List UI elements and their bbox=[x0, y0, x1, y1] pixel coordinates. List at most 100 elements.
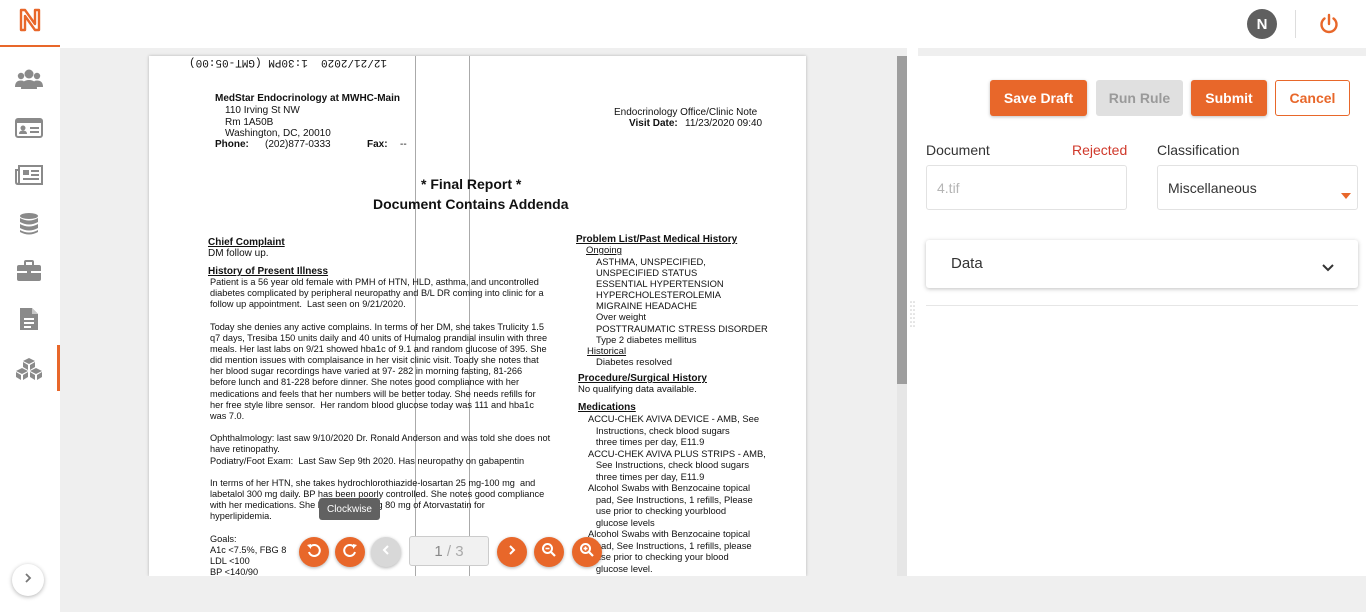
visit-date-label: Visit Date: bbox=[629, 118, 678, 129]
phone-value: (202)877-0333 bbox=[265, 139, 331, 150]
hpi-line: Patient is a 56 year old female with PMH… bbox=[210, 277, 539, 287]
zoom-out-button[interactable] bbox=[534, 537, 564, 567]
fax-label: Fax: bbox=[367, 139, 388, 150]
hpi-line: Today she denies any active complains. I… bbox=[210, 321, 544, 332]
rotate-counterclockwise-button[interactable] bbox=[299, 537, 329, 567]
classification-select[interactable]: Miscellaneous bbox=[1157, 165, 1358, 210]
expand-sidebar-button[interactable] bbox=[12, 564, 44, 596]
zoom-in-button[interactable] bbox=[572, 537, 602, 567]
chevron-left-icon bbox=[380, 543, 392, 561]
address-line: Rm 1A50B bbox=[225, 117, 274, 128]
save-draft-button[interactable]: Save Draft bbox=[990, 80, 1087, 116]
hpi-line: Ophthalmology: last saw 9/10/2020 Dr. Ro… bbox=[210, 433, 551, 444]
phone-label: Phone: bbox=[215, 139, 249, 150]
sidebar bbox=[0, 48, 60, 612]
briefcase-icon[interactable] bbox=[14, 258, 44, 284]
n-logo-icon bbox=[17, 7, 43, 38]
id-card-icon[interactable] bbox=[14, 115, 44, 141]
problem-list: ASTHMA, UNSPECIFIED, UNSPECIFIED STATUS ES… bbox=[596, 256, 768, 345]
users-icon[interactable] bbox=[14, 66, 44, 92]
historical-label: Historical bbox=[587, 346, 627, 357]
medication-line: pad, See Instructions, 1 refills, Please bbox=[588, 493, 753, 505]
submit-button[interactable]: Submit bbox=[1191, 80, 1267, 116]
document-viewer[interactable]: 12/21/2020 1:30PM (GMT-05:00) MedStar En… bbox=[60, 48, 907, 576]
hpi-line: her free style libre sensor. Her random … bbox=[210, 399, 534, 410]
address-line: Washington, DC, 20010 bbox=[225, 128, 331, 139]
power-icon[interactable] bbox=[1317, 12, 1341, 36]
viewer-scroll-thumb[interactable] bbox=[897, 56, 907, 384]
historical-item: Diabetes resolved bbox=[596, 357, 673, 368]
problem-item: POSTTRAUMATIC STRESS DISORDER bbox=[596, 322, 768, 334]
app-logo[interactable] bbox=[0, 0, 60, 47]
divider bbox=[926, 305, 1358, 306]
section-heading: History of Present Illness bbox=[208, 266, 329, 277]
medication-line: use prior to checking yourblood bbox=[588, 505, 727, 516]
caret-down-icon bbox=[1341, 186, 1351, 202]
medication-line: Alcohol Swabs with Benzocaine topical bbox=[588, 528, 751, 539]
hpi-line bbox=[210, 422, 550, 433]
problem-item: UNSPECIFIED STATUS bbox=[596, 267, 698, 279]
hpi-line: meals. Her last labs on 9/21 showed hba1… bbox=[210, 343, 547, 354]
database-icon[interactable] bbox=[14, 211, 44, 237]
cancel-button[interactable]: Cancel bbox=[1275, 80, 1350, 116]
status-badge: Rejected bbox=[1072, 142, 1128, 158]
note-type: Endocrinology Office/Clinic Note bbox=[614, 107, 758, 118]
right-panel bbox=[918, 56, 1366, 576]
medication-line: glucose levels bbox=[588, 516, 655, 528]
chief-complaint: DM follow up. bbox=[208, 248, 269, 259]
drag-handle-icon[interactable] bbox=[910, 300, 915, 330]
newspaper-icon[interactable] bbox=[14, 162, 44, 188]
hpi-line: did mention issues with complaisance in … bbox=[210, 355, 539, 366]
page-indicator[interactable]: 1 / 3 bbox=[409, 536, 489, 566]
hpi-line: with her medications. She has been takin… bbox=[210, 500, 485, 511]
document-field[interactable]: 4.tif bbox=[926, 165, 1127, 210]
classification-value: Miscellaneous bbox=[1168, 179, 1257, 196]
medication-line: use prior to checking your blood bbox=[588, 551, 729, 562]
zoom-in-icon bbox=[579, 542, 595, 563]
hpi-line: Podiatry/Foot Exam: Last Saw Sep 9th 202… bbox=[210, 455, 525, 466]
data-section-header[interactable]: Data bbox=[926, 240, 1358, 288]
tooltip: Clockwise bbox=[319, 498, 380, 520]
document-icon[interactable] bbox=[14, 306, 44, 332]
medication-line: atorvastatin 80 mg oral tablet, 80 mg bbox=[588, 574, 766, 576]
cubes-icon[interactable] bbox=[14, 356, 44, 382]
user-avatar[interactable]: N bbox=[1247, 9, 1277, 39]
previous-page-button[interactable] bbox=[371, 537, 401, 567]
document-label: Document bbox=[926, 142, 990, 158]
hpi-line: medications and feels that her numbers w… bbox=[210, 388, 536, 399]
medication-list: ACCU-CHEK AVIVA DEVICE - AMB, See Instru… bbox=[588, 413, 766, 576]
divider bbox=[1295, 10, 1296, 38]
zoom-out-icon bbox=[541, 542, 557, 563]
medication-line: Alcohol Swabs with Benzocaine topical bbox=[588, 482, 751, 493]
medication-line: three times per day, E11.9 bbox=[588, 436, 705, 447]
visit-date: 11/23/2020 09:40 bbox=[685, 118, 763, 129]
document-value: 4.tif bbox=[937, 179, 960, 196]
medication-line: three times per day, E11.9 bbox=[588, 470, 705, 482]
problem-item: ESSENTIAL HYPERTENSION bbox=[596, 278, 724, 290]
hpi-line bbox=[210, 467, 550, 478]
chevron-right-icon bbox=[506, 543, 518, 561]
section-heading: Problem List/Past Medical History bbox=[576, 234, 738, 245]
chevron-right-icon bbox=[22, 571, 34, 589]
rotate-left-icon bbox=[306, 542, 322, 563]
medication-line: ACCU-CHEK AVIVA PLUS STRIPS - AMB, bbox=[588, 447, 766, 459]
hpi-line: before lunch and 81-228 before dinner. S… bbox=[210, 377, 520, 388]
report-title: * Final Report * bbox=[421, 176, 522, 192]
medication-line: glucose level. bbox=[588, 562, 653, 574]
hpi-line: hyperlipidemia. bbox=[210, 511, 272, 522]
hpi-line: her blood sugar recordings have varied a… bbox=[210, 366, 523, 377]
problem-item: ASTHMA, UNSPECIFIED, bbox=[596, 256, 706, 267]
medication-line: pad, See Instructions, 1 refills, please bbox=[588, 539, 752, 551]
problem-item: Over weight bbox=[596, 311, 647, 323]
rotate-clockwise-button[interactable] bbox=[335, 537, 365, 567]
ongoing-label: Ongoing bbox=[586, 245, 622, 256]
chevron-down-icon bbox=[1322, 260, 1334, 278]
hpi-line: diabetes complicated by peripheral neuro… bbox=[210, 288, 544, 299]
hpi-line: BP <140/90 bbox=[210, 567, 259, 576]
next-page-button[interactable] bbox=[497, 537, 527, 567]
fax-header: 12/21/2020 1:30PM (GMT-05:00) bbox=[189, 56, 388, 68]
hpi-text: Patient is a 56 year old female with PMH… bbox=[210, 277, 550, 576]
run-rule-button[interactable]: Run Rule bbox=[1096, 80, 1183, 116]
current-page: 1 bbox=[434, 542, 443, 560]
top-bar: N bbox=[0, 0, 1366, 48]
